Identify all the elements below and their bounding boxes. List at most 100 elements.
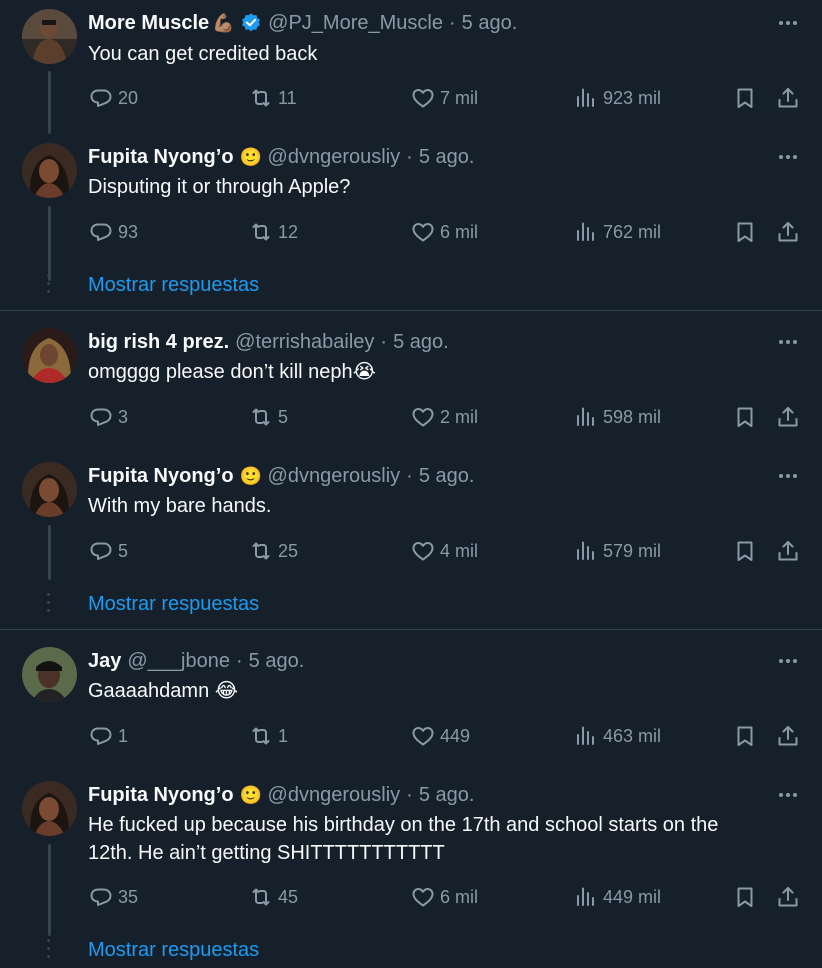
tweet[interactable]: Fupita Nyong’o 🙂 @dvngerousliy · 5 ago. … (0, 771, 822, 936)
display-name[interactable]: Fupita Nyong’o (88, 784, 234, 807)
retweet-button[interactable]: 11 (249, 83, 297, 113)
reply-button[interactable]: 1 (89, 721, 128, 751)
reply-button[interactable]: 93 (89, 217, 138, 247)
action-bar: 5 25 4 mil 579 mil (0, 536, 822, 566)
views-button[interactable]: 449 mil (574, 882, 661, 912)
views-button[interactable]: 923 mil (574, 83, 661, 113)
display-name[interactable]: big rish 4 prez. (88, 331, 229, 354)
tweet-text: Gaaaahdamn 😂 (88, 677, 788, 705)
slightly-smiling-emoji: 🙂 (239, 466, 262, 486)
bookmark-button[interactable] (733, 882, 757, 912)
views-count: 598 mil (603, 406, 662, 427)
divider (0, 310, 822, 311)
tears-of-joy-emoji: 😂 (214, 680, 239, 702)
bookmark-button[interactable] (733, 83, 757, 113)
share-button[interactable] (776, 536, 800, 566)
avatar[interactable] (22, 462, 77, 517)
reply-button[interactable]: 20 (89, 83, 138, 113)
retweet-button[interactable]: 1 (249, 721, 288, 751)
more-icon[interactable] (775, 332, 801, 352)
retweet-icon (249, 885, 273, 909)
timestamp[interactable]: 5 ago. (419, 784, 475, 807)
show-replies-link[interactable]: Mostrar respuestas (88, 939, 259, 962)
share-button[interactable] (776, 402, 800, 432)
like-button[interactable]: 2 mil (411, 402, 478, 432)
display-name[interactable]: Fupita Nyong’o (88, 465, 234, 488)
tweet-header: Jay @___jbone · 5 ago. (88, 649, 304, 673)
separator: · (380, 330, 388, 353)
tweet[interactable]: Fupita Nyong’o 🙂 @dvngerousliy · 5 ago. … (0, 452, 822, 587)
display-name[interactable]: More Muscle (88, 12, 209, 35)
like-button[interactable]: 449 (411, 721, 470, 751)
retweet-button[interactable]: 5 (249, 402, 288, 432)
tweet[interactable]: Fupita Nyong’o 🙂 @dvngerousliy · 5 ago. … (0, 133, 822, 281)
timestamp[interactable]: 5 ago. (462, 12, 518, 35)
handle[interactable]: @dvngerousliy (268, 784, 401, 807)
share-icon (776, 885, 800, 909)
reply-count: 1 (118, 725, 129, 746)
handle[interactable]: @dvngerousliy (268, 146, 401, 169)
share-button[interactable] (776, 83, 800, 113)
bookmark-button[interactable] (733, 402, 757, 432)
views-button[interactable]: 598 mil (574, 402, 661, 432)
timestamp[interactable]: 5 ago. (419, 465, 475, 488)
timestamp[interactable]: 5 ago. (393, 331, 449, 354)
reply-button[interactable]: 35 (89, 882, 138, 912)
handle[interactable]: @terrishabailey (235, 331, 374, 354)
retweet-button[interactable]: 12 (249, 217, 298, 247)
like-button[interactable]: 4 mil (411, 536, 478, 566)
share-button[interactable] (776, 217, 800, 247)
timestamp[interactable]: 5 ago. (419, 146, 475, 169)
more-icon[interactable] (775, 651, 801, 671)
bookmark-button[interactable] (733, 536, 757, 566)
show-replies-link[interactable]: Mostrar respuestas (88, 593, 259, 616)
retweet-button[interactable]: 25 (249, 536, 298, 566)
reply-icon (89, 220, 113, 244)
more-icon[interactable] (775, 147, 801, 167)
avatar[interactable] (22, 781, 77, 836)
tweet[interactable]: More Muscle 💪🏽 @PJ_More_Muscle · 5 ago. … (0, 0, 822, 134)
show-replies-link[interactable]: Mostrar respuestas (88, 274, 259, 297)
reply-count: 3 (118, 406, 129, 427)
retweet-button[interactable]: 45 (249, 882, 298, 912)
like-icon (411, 885, 435, 909)
views-count: 923 mil (603, 87, 662, 108)
tweet-text-content: omgggg please don’t kill neph (88, 361, 353, 383)
like-button[interactable]: 6 mil (411, 882, 478, 912)
avatar[interactable] (22, 647, 77, 702)
reply-button[interactable]: 5 (89, 536, 128, 566)
like-count: 2 mil (440, 406, 479, 427)
more-icon[interactable] (775, 466, 801, 486)
timestamp[interactable]: 5 ago. (249, 650, 305, 673)
handle[interactable]: @dvngerousliy (268, 465, 401, 488)
share-button[interactable] (776, 721, 800, 751)
bookmark-button[interactable] (733, 217, 757, 247)
tweet-text: omgggg please don’t kill neph😭 (88, 358, 788, 386)
retweet-count: 1 (278, 725, 289, 746)
retweet-count: 12 (278, 221, 299, 242)
views-icon (574, 724, 598, 748)
tweet[interactable]: Jay @___jbone · 5 ago. Gaaaahdamn 😂 1 1 … (0, 637, 822, 771)
avatar[interactable] (22, 9, 77, 64)
views-button[interactable]: 463 mil (574, 721, 661, 751)
share-button[interactable] (776, 882, 800, 912)
avatar[interactable] (22, 328, 77, 383)
like-button[interactable]: 6 mil (411, 217, 478, 247)
reply-button[interactable]: 3 (89, 402, 128, 432)
bookmark-button[interactable] (733, 721, 757, 751)
share-icon (776, 539, 800, 563)
retweet-icon (249, 86, 273, 110)
tweet[interactable]: big rish 4 prez. @terrishabailey · 5 ago… (0, 318, 822, 452)
views-button[interactable]: 762 mil (574, 217, 661, 247)
handle[interactable]: @___jbone (127, 650, 230, 673)
handle[interactable]: @PJ_More_Muscle (268, 12, 443, 35)
slightly-smiling-emoji: 🙂 (239, 785, 262, 805)
separator: · (448, 11, 456, 34)
more-icon[interactable] (775, 785, 801, 805)
views-button[interactable]: 579 mil (574, 536, 661, 566)
like-button[interactable]: 7 mil (411, 83, 478, 113)
display-name[interactable]: Jay (88, 650, 121, 673)
display-name[interactable]: Fupita Nyong’o (88, 146, 234, 169)
more-icon[interactable] (775, 13, 801, 33)
avatar[interactable] (22, 143, 77, 198)
